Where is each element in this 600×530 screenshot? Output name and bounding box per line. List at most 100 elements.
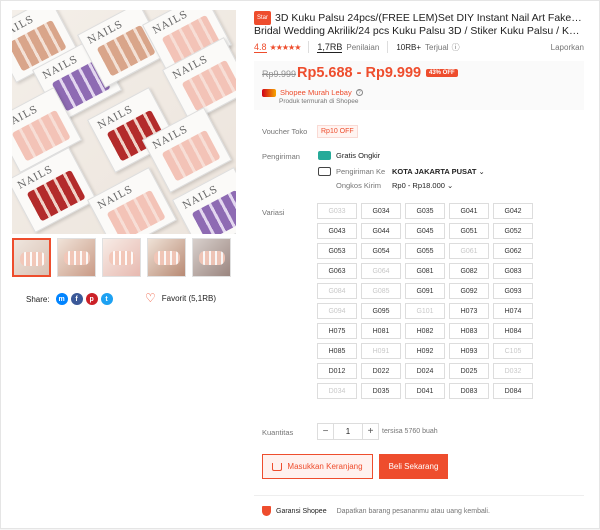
share-label: Share: bbox=[26, 294, 50, 304]
divider bbox=[254, 495, 584, 496]
variant-option[interactable]: D084 bbox=[493, 383, 533, 399]
variant-option[interactable]: G095 bbox=[361, 303, 401, 319]
quantity-stepper: − 1 + bbox=[317, 423, 379, 440]
rating-stats: 4.8 ★★★★★ 1,7RB Penilaian 10RB+ Terjual … bbox=[254, 41, 584, 53]
cart-icon bbox=[272, 462, 283, 471]
current-price: Rp5.688 - Rp9.999 bbox=[297, 65, 422, 81]
facebook-icon[interactable]: f bbox=[70, 293, 83, 305]
main-product-image[interactable]: NAILS NAILS NAILS NAILS NAILS NAILS NAIL… bbox=[12, 10, 236, 234]
variant-option[interactable]: G051 bbox=[449, 223, 489, 239]
original-price: Rp9.999 bbox=[262, 69, 297, 79]
star-badge: Star bbox=[254, 11, 272, 25]
twitter-icon[interactable]: t bbox=[100, 293, 113, 305]
variant-option[interactable]: D083 bbox=[449, 383, 489, 399]
variant-option: G094 bbox=[317, 303, 357, 319]
murah-lebay-subtitle: Produk termurah di Shopee bbox=[279, 98, 359, 105]
pinterest-icon[interactable]: p bbox=[85, 293, 98, 305]
variant-option[interactable]: D022 bbox=[361, 363, 401, 379]
variant-option[interactable]: H085 bbox=[317, 343, 357, 359]
rating-stars-icon: ★★★★★ bbox=[269, 42, 302, 52]
variant-option[interactable]: G055 bbox=[405, 243, 445, 259]
variant-option[interactable]: G083 bbox=[493, 263, 533, 279]
variant-option: G064 bbox=[361, 263, 401, 279]
report-link[interactable]: Laporkan bbox=[551, 43, 584, 52]
voucher-label: Voucher Toko bbox=[262, 127, 308, 136]
chevron-down-icon: ⌄ bbox=[447, 181, 454, 190]
variant-option[interactable]: G044 bbox=[361, 223, 401, 239]
shipping-label: Pengiriman bbox=[262, 152, 300, 161]
variant-option: G101 bbox=[405, 303, 445, 319]
variant-option[interactable]: G092 bbox=[449, 283, 489, 299]
shield-icon bbox=[262, 506, 271, 516]
variant-option[interactable]: G091 bbox=[405, 283, 445, 299]
thumbnail-5[interactable] bbox=[192, 238, 231, 277]
free-shipping-truck-icon bbox=[318, 151, 331, 160]
variant-option[interactable]: G034 bbox=[361, 203, 401, 219]
variant-option[interactable]: D025 bbox=[449, 363, 489, 379]
info-icon[interactable]: ⓘ bbox=[452, 42, 460, 53]
thumbnail-2[interactable] bbox=[57, 238, 96, 277]
variant-option[interactable]: G054 bbox=[361, 243, 401, 259]
variant-option[interactable]: H075 bbox=[317, 323, 357, 339]
thumbnail-strip bbox=[12, 238, 231, 277]
variant-option[interactable]: D024 bbox=[405, 363, 445, 379]
stock-text: tersisa 5760 buah bbox=[382, 428, 438, 435]
favorite-button[interactable]: ♡ Favorit (5,1RB) bbox=[145, 292, 216, 304]
truck-icon bbox=[318, 167, 331, 176]
thumbnail-1[interactable] bbox=[12, 238, 51, 277]
variant-option: G061 bbox=[449, 243, 489, 259]
quantity-input[interactable]: 1 bbox=[334, 423, 362, 440]
ship-to-dropdown[interactable]: KOTA JAKARTA PUSAT ⌄ bbox=[392, 167, 485, 176]
variant-option[interactable]: H093 bbox=[449, 343, 489, 359]
variant-option[interactable]: H083 bbox=[449, 323, 489, 339]
buy-now-button[interactable]: Beli Sekarang bbox=[379, 454, 448, 479]
variant-option[interactable]: G093 bbox=[493, 283, 533, 299]
variant-option[interactable]: G045 bbox=[405, 223, 445, 239]
variant-option[interactable]: G062 bbox=[493, 243, 533, 259]
product-card: NAILS NAILS NAILS NAILS NAILS NAILS NAIL… bbox=[0, 0, 600, 529]
variant-label: Variasi bbox=[262, 208, 285, 217]
add-to-cart-button[interactable]: Masukkan Keranjang bbox=[262, 454, 373, 479]
variant-option[interactable]: D012 bbox=[317, 363, 357, 379]
variant-option[interactable]: D035 bbox=[361, 383, 401, 399]
question-icon[interactable]: ? bbox=[355, 89, 363, 96]
decrease-button[interactable]: − bbox=[317, 423, 334, 440]
variant-option: G085 bbox=[361, 283, 401, 299]
variant-option[interactable]: G042 bbox=[493, 203, 533, 219]
variant-option[interactable]: H082 bbox=[405, 323, 445, 339]
discount-badge: 43% OFF bbox=[426, 69, 458, 77]
variant-option[interactable]: G081 bbox=[405, 263, 445, 279]
shipping-cost-row: Ongkos Kirim Rp0 - Rp18.000 ⌄ bbox=[336, 181, 454, 190]
variant-option[interactable]: H084 bbox=[493, 323, 533, 339]
variant-option[interactable]: H092 bbox=[405, 343, 445, 359]
thumbnail-3[interactable] bbox=[102, 238, 141, 277]
sold-label: Terjual bbox=[425, 42, 449, 52]
variant-option[interactable]: H073 bbox=[449, 303, 489, 319]
murah-lebay-program[interactable]: Shopee Murah Lebay ? bbox=[262, 88, 363, 97]
share-row: Share: m f p t bbox=[26, 293, 113, 305]
variant-option[interactable]: G063 bbox=[317, 263, 357, 279]
variant-option[interactable]: G041 bbox=[449, 203, 489, 219]
thumbnail-4[interactable] bbox=[147, 238, 186, 277]
shopee-guarantee[interactable]: Garansi Shopee Dapatkan barang pesananmu… bbox=[262, 506, 490, 516]
chevron-down-icon: ⌄ bbox=[478, 167, 485, 176]
quantity-label: Kuantitas bbox=[262, 428, 294, 437]
increase-button[interactable]: + bbox=[362, 423, 379, 440]
shipping-cost-dropdown[interactable]: Rp0 - Rp18.000 ⌄ bbox=[392, 181, 453, 190]
product-details: Star 3D Kuku Palsu 24pcs/(FREE LEM)Set DI… bbox=[254, 1, 594, 530]
voucher-chip[interactable]: Rp10 OFF bbox=[317, 125, 358, 138]
variant-option[interactable]: G053 bbox=[317, 243, 357, 259]
variant-option[interactable]: G043 bbox=[317, 223, 357, 239]
variant-option[interactable]: D041 bbox=[405, 383, 445, 399]
variant-option: G084 bbox=[317, 283, 357, 299]
variant-option[interactable]: G052 bbox=[493, 223, 533, 239]
variant-option[interactable]: G035 bbox=[405, 203, 445, 219]
free-shipping: Gratis Ongkir bbox=[318, 151, 380, 160]
ratings-count[interactable]: 1,7RB bbox=[317, 42, 343, 53]
variant-option[interactable]: G082 bbox=[449, 263, 489, 279]
variant-option[interactable]: H081 bbox=[361, 323, 401, 339]
variant-option: C105 bbox=[493, 343, 533, 359]
variant-option[interactable]: H074 bbox=[493, 303, 533, 319]
messenger-icon[interactable]: m bbox=[55, 293, 68, 305]
rating-value[interactable]: 4.8 bbox=[254, 42, 267, 53]
